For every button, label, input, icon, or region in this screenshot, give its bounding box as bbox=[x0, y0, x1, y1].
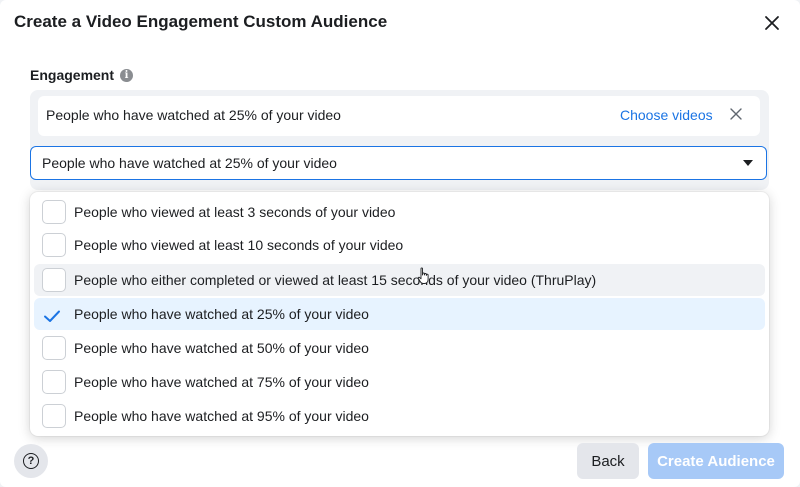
checkbox[interactable] bbox=[42, 336, 66, 360]
option-label: People who have watched at 50% of your v… bbox=[74, 340, 369, 356]
checkbox[interactable] bbox=[42, 233, 66, 257]
option-thruplay[interactable]: People who either completed or viewed at… bbox=[34, 264, 765, 296]
option-label: People who either completed or viewed at… bbox=[74, 272, 597, 288]
caret-down-icon bbox=[743, 160, 753, 166]
custom-audience-dialog: Create a Video Engagement Custom Audienc… bbox=[0, 0, 800, 487]
engagement-options-dropdown: People who viewed at least 3 seconds of … bbox=[30, 192, 769, 436]
option-label: People who viewed at least 3 seconds of … bbox=[74, 204, 396, 220]
option-label: People who have watched at 75% of your v… bbox=[74, 374, 369, 390]
option-watched-95[interactable]: People who have watched at 95% of your v… bbox=[34, 400, 765, 432]
choose-videos-link[interactable]: Choose videos bbox=[620, 107, 713, 123]
option-watched-25[interactable]: People who have watched at 25% of your v… bbox=[34, 298, 765, 330]
help-button[interactable]: ? bbox=[14, 444, 48, 478]
engagement-type-select[interactable]: People who have watched at 25% of your v… bbox=[30, 146, 767, 180]
engagement-label: Engagement bbox=[30, 67, 115, 83]
checkbox[interactable] bbox=[42, 200, 66, 224]
close-icon[interactable] bbox=[762, 13, 782, 33]
option-watched-50[interactable]: People who have watched at 50% of your v… bbox=[34, 332, 765, 364]
info-icon[interactable]: i bbox=[120, 68, 134, 82]
dialog-title: Create a Video Engagement Custom Audienc… bbox=[14, 12, 388, 31]
checkbox[interactable] bbox=[42, 404, 66, 428]
engagement-select-value: People who have watched at 25% of your v… bbox=[42, 155, 337, 171]
help-icon: ? bbox=[23, 453, 39, 469]
create-audience-button[interactable]: Create Audience bbox=[648, 443, 784, 479]
option-label: People who have watched at 95% of your v… bbox=[74, 408, 369, 424]
option-10-seconds[interactable]: People who viewed at least 10 seconds of… bbox=[34, 229, 765, 261]
checkbox[interactable] bbox=[42, 268, 66, 292]
option-label: People who viewed at least 10 seconds of… bbox=[74, 237, 404, 253]
option-3-seconds[interactable]: People who viewed at least 3 seconds of … bbox=[34, 196, 765, 228]
checkmark-icon[interactable] bbox=[40, 304, 64, 328]
rule-text: People who have watched at 25% of your v… bbox=[46, 107, 341, 123]
option-watched-75[interactable]: People who have watched at 75% of your v… bbox=[34, 366, 765, 398]
back-button[interactable]: Back bbox=[577, 443, 639, 479]
option-label: People who have watched at 25% of your v… bbox=[74, 306, 369, 322]
engagement-section-label: Engagement i bbox=[30, 67, 134, 83]
engagement-rule-row: People who have watched at 25% of your v… bbox=[38, 96, 760, 136]
checkbox[interactable] bbox=[42, 370, 66, 394]
remove-rule-close-icon[interactable] bbox=[729, 107, 743, 121]
